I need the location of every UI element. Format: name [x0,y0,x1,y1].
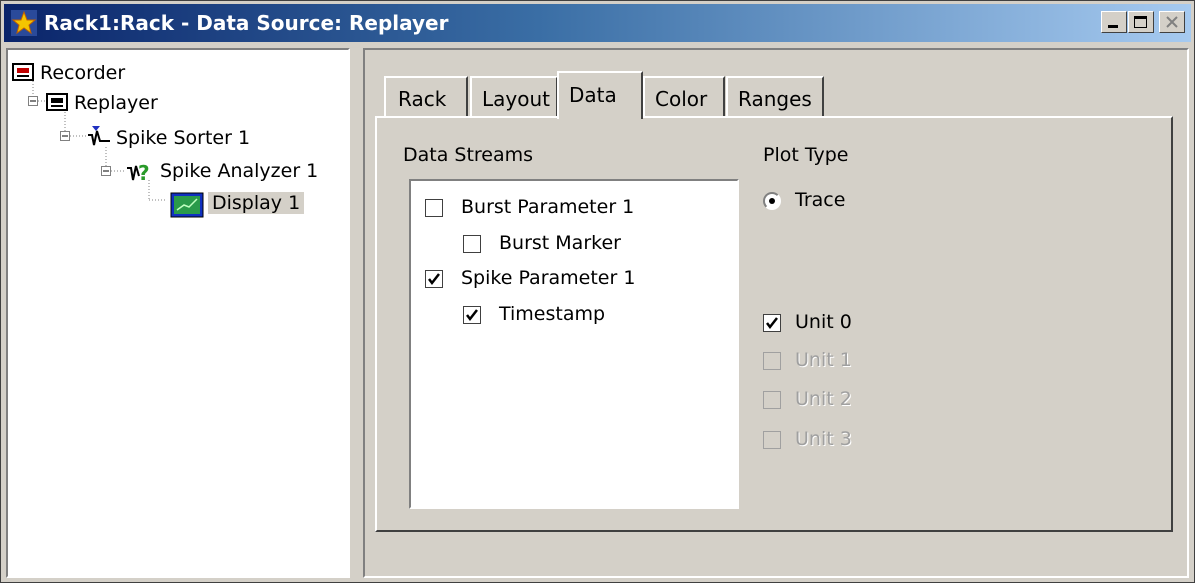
tab-label: Layout [482,87,550,111]
svg-text:?: ? [138,161,150,184]
checkbox[interactable] [425,270,443,288]
unit-label: Unit 0 [795,311,852,333]
close-button[interactable] [1159,11,1185,33]
unit-label: Unit 1 [795,349,852,371]
tree-item-label: Recorder [40,62,126,84]
radio-button[interactable] [763,192,781,210]
stream-label: Burst Marker [499,232,621,254]
tab-label: Data [569,83,617,107]
unit-label: Unit 2 [795,388,852,410]
title-bar[interactable]: Rack1:Rack - Data Source: Replayer [4,4,1191,42]
spike-sorter-icon [88,126,110,146]
checkbox[interactable] [463,235,481,253]
tab-layout[interactable]: Layout [470,76,558,118]
checkbox [763,391,781,409]
plot-type-label: Plot Type [763,144,849,166]
tree-item-label: Spike Analyzer 1 [160,160,319,182]
close-icon [1166,16,1178,28]
tab-label: Rack [398,87,447,111]
minimize-button[interactable] [1101,11,1127,33]
replayer-icon [46,93,68,111]
checkmark-icon [766,317,778,330]
rack-tree[interactable]: Recorder Replayer Spike Sorter 1 ? Spike… [6,48,350,578]
checkmark-icon [466,309,478,322]
checkbox[interactable] [425,199,443,217]
tree-item-label: Spike Sorter 1 [116,127,251,149]
minimize-icon [1108,25,1118,28]
active-tab-joiner [559,115,641,119]
tab-color[interactable]: Color [643,76,725,118]
stream-label: Burst Parameter 1 [461,196,635,218]
unit-label: Unit 3 [795,428,852,450]
tree-item-label: Replayer [74,92,158,114]
checkbox [763,352,781,370]
tab-label: Color [655,87,708,111]
checkbox[interactable] [463,306,481,324]
data-streams-list[interactable] [409,179,739,509]
display-icon [170,192,204,218]
maximize-icon [1134,16,1147,28]
main-window: Rack1:Rack - Data Source: Replayer Recor… [0,0,1195,583]
tree-item-label: Display 1 [208,192,305,214]
checkbox [763,431,781,449]
maximize-button[interactable] [1128,11,1154,33]
data-streams-label: Data Streams [403,144,534,166]
tab-data[interactable]: Data [557,71,643,119]
radio-label: Trace [795,189,846,211]
stream-label: Spike Parameter 1 [461,267,636,289]
app-star-icon [11,10,37,36]
spike-analyzer-icon: ? [127,161,150,184]
tab-rack[interactable]: Rack [384,76,468,118]
tab-label: Ranges [738,87,812,111]
recorder-icon [12,63,34,81]
stream-label: Timestamp [499,303,606,325]
window-title: Rack1:Rack - Data Source: Replayer [44,11,449,35]
checkbox[interactable] [763,314,781,332]
checkmark-icon [428,273,440,286]
tab-ranges[interactable]: Ranges [726,76,824,118]
panel-splitter[interactable] [354,48,362,578]
